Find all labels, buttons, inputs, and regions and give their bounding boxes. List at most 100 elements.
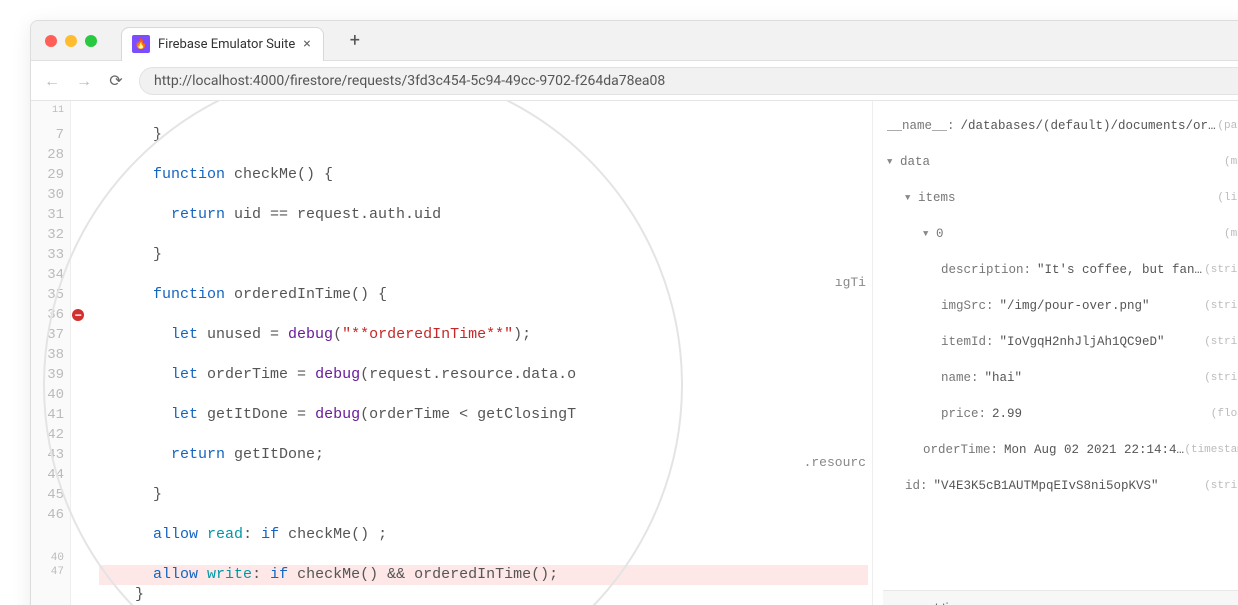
caret-down-icon: ▼ bbox=[923, 229, 933, 239]
line-number: 41 bbox=[31, 405, 64, 425]
line-number: 37 bbox=[31, 325, 64, 345]
line-number: 7 bbox=[31, 125, 64, 145]
code-line: return uid == request.auth.uid bbox=[99, 205, 868, 225]
inspector-value: "It's coffee, but fanc… bbox=[1037, 263, 1204, 277]
inspector-value: "hai" bbox=[985, 371, 1023, 385]
line-number: 28 bbox=[31, 145, 64, 165]
line-number: 35 bbox=[31, 285, 64, 305]
inspector-row-expandable[interactable]: ▼ data (map) bbox=[883, 151, 1238, 173]
inspector-row: description: "It's coffee, but fanc… (st… bbox=[883, 259, 1238, 281]
code-line: let getItDone = debug(orderTime < getClo… bbox=[99, 405, 868, 425]
inspector-key: id: bbox=[905, 479, 928, 493]
line-number: 33 bbox=[31, 245, 64, 265]
line-number: 29 bbox=[31, 165, 64, 185]
inspector-row: name: "hai" (string) bbox=[883, 367, 1238, 389]
inspector-row-expandable[interactable]: ▼ items (list) bbox=[883, 187, 1238, 209]
new-tab-button[interactable]: + bbox=[350, 30, 360, 51]
address-bar: ← → ⟳ http://localhost:4000/firestore/re… bbox=[31, 61, 1238, 101]
clipped-code-text: .resourc bbox=[804, 453, 866, 473]
line-number: 45 bbox=[31, 485, 64, 505]
request-time-panel[interactable]: request.time ︿ bbox=[883, 590, 1238, 605]
inspector-value: /databases/(default)/documents/orde… bbox=[961, 119, 1218, 133]
line-number: 40 bbox=[31, 385, 64, 405]
inspector-type: (string) bbox=[1204, 264, 1238, 276]
code-line-error-highlight: allow write: if checkMe() && orderedInTi… bbox=[99, 565, 868, 585]
inspector-type: (path) bbox=[1217, 120, 1238, 132]
line-number: 39 bbox=[31, 365, 64, 385]
inspector-key: price: bbox=[941, 407, 986, 421]
code-line: let orderTime = debug(request.resource.d… bbox=[99, 365, 868, 385]
tab-title: Firebase Emulator Suite bbox=[158, 37, 295, 52]
inspector-type: (float) bbox=[1211, 408, 1238, 420]
inspector-key: __name__: bbox=[887, 119, 955, 133]
inspector-type: (string) bbox=[1204, 480, 1238, 492]
code-line: allow read: if checkMe() ; bbox=[99, 525, 868, 545]
reload-icon[interactable]: ⟳ bbox=[107, 71, 125, 90]
inspector-key: items bbox=[918, 191, 956, 205]
minimize-window-button[interactable] bbox=[65, 35, 77, 47]
rules-editor[interactable]: } function checkMe() { return uid == req… bbox=[71, 101, 872, 605]
inspector-row-expandable[interactable]: ▼ 0 (map) bbox=[883, 223, 1238, 245]
inspector-key: 0 bbox=[936, 227, 944, 241]
inspector-type: (string) bbox=[1204, 300, 1238, 312]
code-line: function checkMe() { bbox=[99, 165, 868, 185]
inspector-value: Mon Aug 02 2021 22:14:46 GM… bbox=[1004, 443, 1184, 457]
close-window-button[interactable] bbox=[45, 35, 57, 47]
code-line: let unused = debug("**orderedInTime**"); bbox=[99, 325, 868, 345]
line-number: 43 bbox=[31, 445, 64, 465]
clipped-code-text: ıgTi bbox=[835, 273, 866, 293]
maximize-window-button[interactable] bbox=[85, 35, 97, 47]
error-line-marker[interactable]: 36 bbox=[31, 305, 64, 325]
inspector-row: id: "V4E3K5cB1AUTMpqEIvS8ni5opKVS" (stri… bbox=[883, 475, 1238, 497]
inspector-key: name: bbox=[941, 371, 979, 385]
inspector-type: (list) bbox=[1217, 192, 1238, 204]
inspector-key: imgSrc: bbox=[941, 299, 994, 313]
caret-down-icon: ▼ bbox=[887, 157, 897, 167]
code-line: } bbox=[99, 245, 868, 265]
line-number: 44 bbox=[31, 465, 64, 485]
inspector-row: orderTime: Mon Aug 02 2021 22:14:46 GM… … bbox=[883, 439, 1238, 461]
browser-tab[interactable]: 🔥 Firebase Emulator Suite × bbox=[121, 27, 324, 61]
inspector-value: 2.99 bbox=[992, 407, 1022, 421]
inspector-key: data bbox=[900, 155, 930, 169]
inspector-value: "/img/pour-over.png" bbox=[1000, 299, 1150, 313]
line-number: 31 bbox=[31, 205, 64, 225]
forward-icon[interactable]: → bbox=[75, 71, 93, 91]
code-line: return getItDone; bbox=[99, 445, 868, 465]
line-number: 34 bbox=[31, 265, 64, 285]
inspector-key: orderTime: bbox=[923, 443, 998, 457]
code-line: function orderedInTime() { bbox=[99, 285, 868, 305]
line-number-gutter: 11 7 28 29 30 31 32 33 34 35 36 37 38 39… bbox=[31, 101, 71, 605]
caret-down-icon: ▼ bbox=[905, 193, 915, 203]
traffic-lights bbox=[45, 35, 97, 47]
code-line: } bbox=[99, 125, 868, 145]
inspector-value: "V4E3K5cB1AUTMpqEIvS8ni5opKVS" bbox=[934, 479, 1159, 493]
request-time-label: request.time bbox=[895, 600, 967, 605]
back-icon[interactable]: ← bbox=[43, 71, 61, 91]
inspector-row: price: 2.99 (float) bbox=[883, 403, 1238, 425]
inspector-row: itemId: "IoVgqH2nhJljAh1QC9eD" (string) bbox=[883, 331, 1238, 353]
inspector-key: description: bbox=[941, 263, 1031, 277]
line-number: 42 bbox=[31, 425, 64, 445]
line-number: 46 bbox=[31, 505, 64, 525]
code-line: } bbox=[99, 585, 868, 605]
inspector-row: __name__: /databases/(default)/documents… bbox=[883, 115, 1238, 137]
inspector-key: itemId: bbox=[941, 335, 994, 349]
request-inspector-panel: __name__: /databases/(default)/documents… bbox=[872, 101, 1238, 605]
inspector-type: (timestamp) bbox=[1184, 444, 1238, 456]
url-text: http://localhost:4000/firestore/requests… bbox=[154, 73, 665, 89]
line-number: 11 bbox=[31, 105, 64, 117]
firebase-favicon-icon: 🔥 bbox=[132, 35, 150, 53]
inspector-type: (string) bbox=[1204, 336, 1238, 348]
chevron-up-icon: ︿ bbox=[1233, 599, 1238, 605]
line-number: 47 bbox=[31, 565, 64, 579]
inspector-row: imgSrc: "/img/pour-over.png" (string) bbox=[883, 295, 1238, 317]
code-line: } bbox=[99, 485, 868, 505]
page-content: 11 7 28 29 30 31 32 33 34 35 36 37 38 39… bbox=[31, 101, 1238, 605]
inspector-value: "IoVgqH2nhJljAh1QC9eD" bbox=[1000, 335, 1165, 349]
window-titlebar: 🔥 Firebase Emulator Suite × + bbox=[31, 21, 1238, 61]
close-tab-icon[interactable]: × bbox=[303, 36, 310, 52]
line-number: 30 bbox=[31, 185, 64, 205]
url-input[interactable]: http://localhost:4000/firestore/requests… bbox=[139, 67, 1238, 95]
line-number: 32 bbox=[31, 225, 64, 245]
